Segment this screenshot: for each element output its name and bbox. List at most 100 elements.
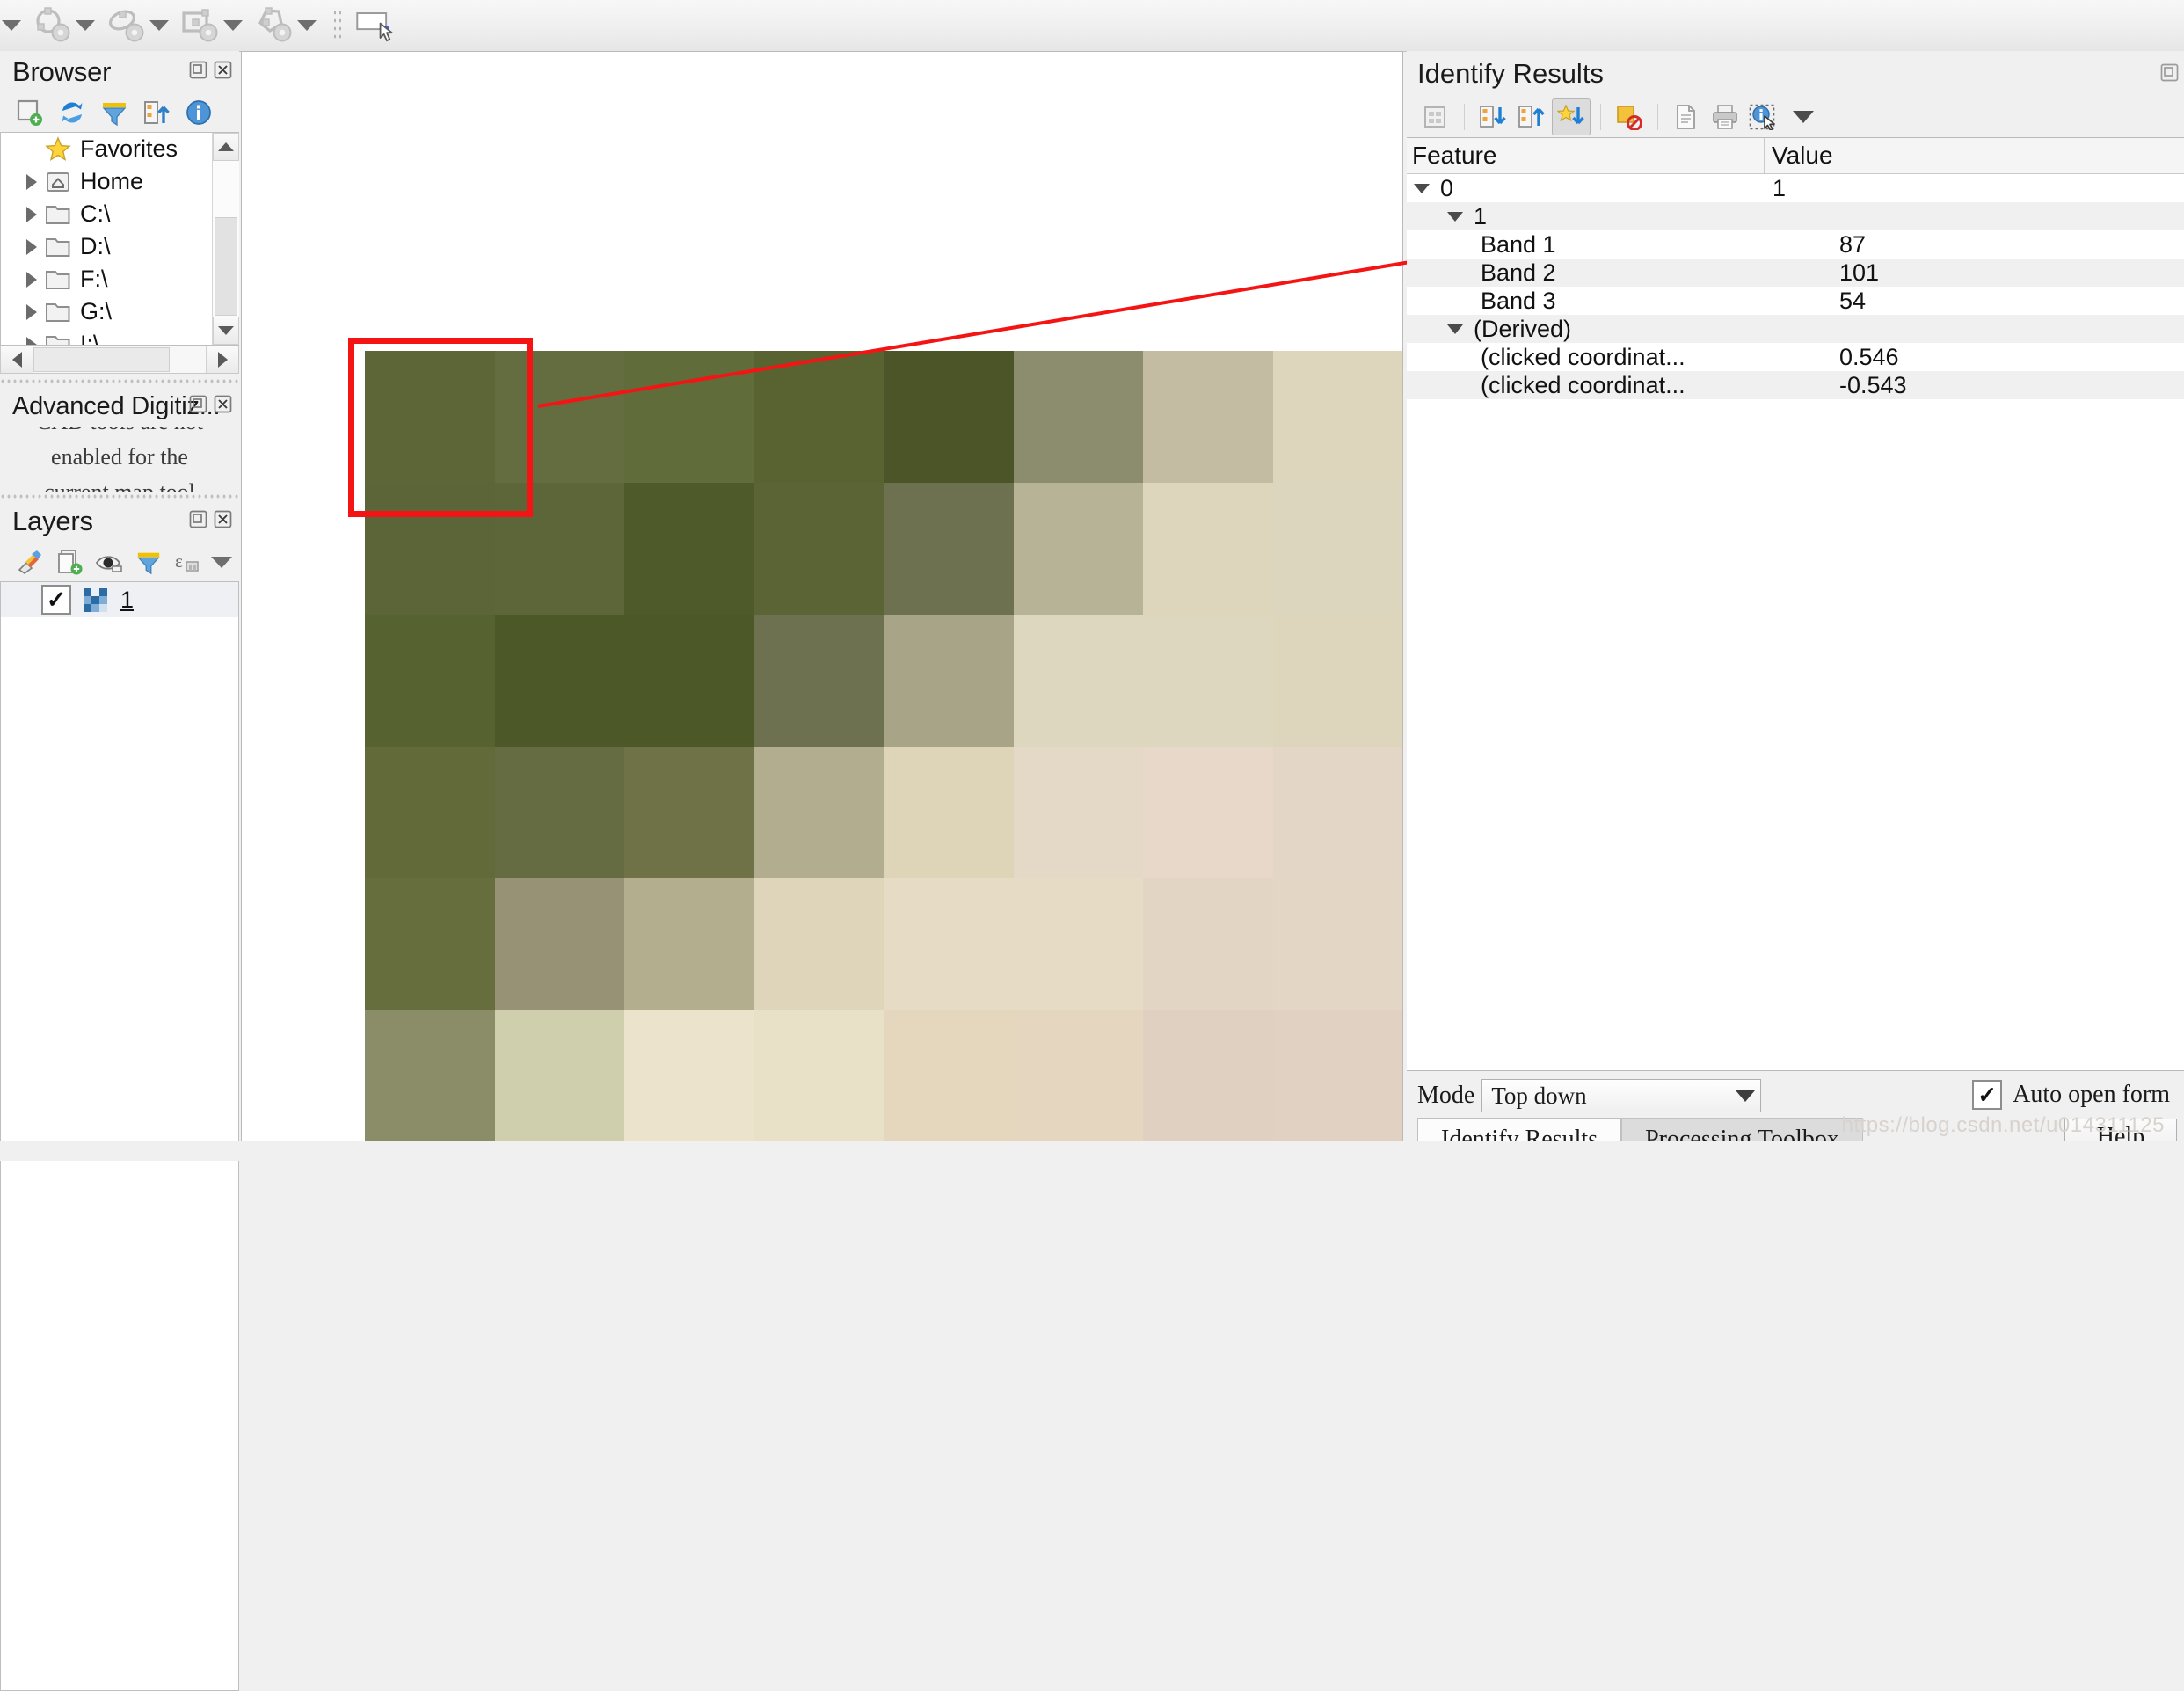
browser-horizontal-scrollbar[interactable] (0, 346, 239, 374)
raster-pixel-r2-c6[interactable] (1143, 615, 1273, 747)
raster-pixel-r2-c3[interactable] (753, 615, 884, 747)
toolbar-drag-handle[interactable] (332, 9, 341, 42)
tree-expander-icon[interactable] (20, 271, 43, 288)
raster-pixel-r5-c2[interactable] (624, 1010, 754, 1142)
raster-pixel-r5-c0[interactable] (365, 1010, 495, 1142)
shape-digitizing-caret-icon[interactable] (2, 20, 21, 31)
raster-pixel-r0-c3[interactable] (753, 351, 884, 483)
browser-item-favorites[interactable]: Favorites (1, 133, 212, 165)
collapse-all-icon[interactable] (142, 98, 171, 127)
add-polygon-caret-icon[interactable] (297, 20, 317, 31)
tree-expander-icon[interactable] (20, 173, 43, 190)
auto-open-form-row[interactable]: ✓ Auto open form (1972, 1080, 2177, 1110)
raster-pixel-r3-c7[interactable] (1272, 747, 1402, 878)
browser-tree[interactable]: Favorites Home C:\ D:\ F:\ G:\ I:\ (0, 132, 239, 346)
copy-to-clipboard-icon[interactable] (1668, 99, 1705, 135)
auto-open-form-checkbox[interactable]: ✓ (1972, 1080, 2003, 1110)
raster-pixel-r4-c4[interactable] (884, 878, 1014, 1010)
clear-results-icon[interactable] (1611, 99, 1648, 135)
browser-item-f-drive[interactable]: F:\ (1, 263, 212, 295)
browser-item-d-drive[interactable]: D:\ (1, 230, 212, 263)
raster-pixel-r1-c2[interactable] (624, 483, 754, 615)
layer-item-1[interactable]: ✓ 1 (1, 582, 238, 617)
scroll-up-button[interactable] (213, 133, 239, 161)
column-header-value[interactable]: Value (1765, 138, 2184, 173)
raster-pixel-r2-c7[interactable] (1272, 615, 1402, 747)
scrollbar-thumb[interactable] (215, 217, 237, 316)
tree-expander-icon[interactable] (20, 336, 43, 345)
add-rectangle-caret-icon[interactable] (223, 20, 243, 31)
raster-pixel-r0-c7[interactable] (1272, 351, 1402, 483)
raster-pixel-r0-c6[interactable] (1143, 351, 1273, 483)
scroll-track[interactable] (33, 346, 206, 373)
tree-expander-icon[interactable] (20, 206, 43, 222)
raster-pixel-r2-c1[interactable] (494, 615, 624, 747)
browser-float-icon[interactable] (189, 61, 207, 79)
raster-pixel-r0-c5[interactable] (1013, 351, 1143, 483)
raster-pixel-r4-c7[interactable] (1272, 878, 1402, 1010)
raster-pixel-r4-c1[interactable] (494, 878, 624, 1010)
tree-expander-icon[interactable] (20, 238, 43, 255)
browser-close-icon[interactable] (214, 61, 232, 79)
dock-splitter-handle[interactable] (0, 377, 239, 385)
filter-icon[interactable] (100, 98, 128, 127)
identify-row[interactable]: 1 (1407, 202, 2184, 230)
identify-row[interactable]: Band 3 54 (1407, 287, 2184, 315)
identify-row[interactable]: (clicked coordinat... -0.543 (1407, 371, 2184, 399)
default-expand-icon[interactable] (1552, 98, 1591, 135)
identify-row[interactable]: Band 1 87 (1407, 230, 2184, 259)
raster-pixel-r5-c6[interactable] (1143, 1010, 1273, 1142)
raster-pixel-r0-c4[interactable] (884, 351, 1014, 483)
raster-pixel-r2-c5[interactable] (1013, 615, 1143, 747)
mode-select[interactable]: Top down (1481, 1079, 1762, 1112)
raster-pixel-r4-c3[interactable] (753, 878, 884, 1010)
browser-item-g-drive[interactable]: G:\ (1, 295, 212, 328)
layer-visibility-checkbox[interactable]: ✓ (41, 585, 71, 615)
tree-expander-icon[interactable] (1447, 211, 1463, 222)
info-icon[interactable] (185, 98, 213, 127)
manage-visibility-icon[interactable] (95, 550, 123, 573)
raster-pixel-r3-c0[interactable] (365, 747, 495, 878)
raster-pixel-r5-c7[interactable] (1272, 1010, 1402, 1142)
collapse-new-results-icon[interactable] (1513, 99, 1550, 135)
identify-row[interactable]: (Derived) (1407, 315, 2184, 343)
identify-row[interactable]: 01 (1407, 174, 2184, 202)
raster-pixel-r3-c4[interactable] (884, 747, 1014, 878)
raster-pixel-r0-c2[interactable] (624, 351, 754, 483)
raster-pixel-r3-c2[interactable] (624, 747, 754, 878)
identify-options-caret-icon[interactable] (1793, 111, 1814, 123)
style-manager-icon[interactable] (16, 549, 44, 575)
select-features-by-area-button[interactable] (354, 5, 395, 46)
identify-results-float-icon[interactable] (2160, 63, 2179, 82)
raster-pixel-r3-c5[interactable] (1013, 747, 1143, 878)
raster-pixel-r5-c5[interactable] (1013, 1010, 1143, 1142)
raster-pixel-r4-c2[interactable] (624, 878, 754, 1010)
add-circle-caret-icon[interactable] (76, 20, 95, 31)
expand-tree-icon[interactable] (1417, 99, 1454, 135)
browser-item-i-drive[interactable]: I:\ (1, 328, 212, 345)
advanced-digitizing-float-icon[interactable] (189, 395, 207, 413)
add-ellipse-feature-button[interactable] (106, 5, 147, 46)
raster-pixel-r3-c1[interactable] (494, 747, 624, 878)
tree-expander-icon[interactable] (1447, 324, 1463, 334)
tree-expander-icon[interactable] (1414, 183, 1430, 193)
raster-pixel-r4-c5[interactable] (1013, 878, 1143, 1010)
raster-pixel-r1-c3[interactable] (753, 483, 884, 615)
print-icon[interactable] (1707, 99, 1744, 135)
raster-pixel-r3-c3[interactable] (753, 747, 884, 878)
add-circle-feature-button[interactable] (33, 5, 73, 46)
add-group-icon[interactable] (56, 549, 83, 575)
scroll-down-button[interactable] (213, 317, 239, 345)
raster-pixel-r5-c4[interactable] (884, 1010, 1014, 1142)
add-polygon-feature-button[interactable] (254, 5, 295, 46)
layers-tree[interactable]: ✓ 1 (0, 581, 239, 1691)
expression-filter-icon[interactable]: ε (174, 549, 202, 575)
browser-item-c-drive[interactable]: C:\ (1, 198, 212, 230)
add-layer-icon[interactable] (16, 98, 44, 127)
raster-pixel-r1-c4[interactable] (884, 483, 1014, 615)
layers-float-icon[interactable] (189, 510, 207, 528)
add-ellipse-caret-icon[interactable] (149, 20, 169, 31)
raster-pixel-r1-c5[interactable] (1013, 483, 1143, 615)
add-rectangle-feature-button[interactable] (180, 5, 221, 46)
identify-row[interactable]: (clicked coordinat... 0.546 (1407, 343, 2184, 371)
